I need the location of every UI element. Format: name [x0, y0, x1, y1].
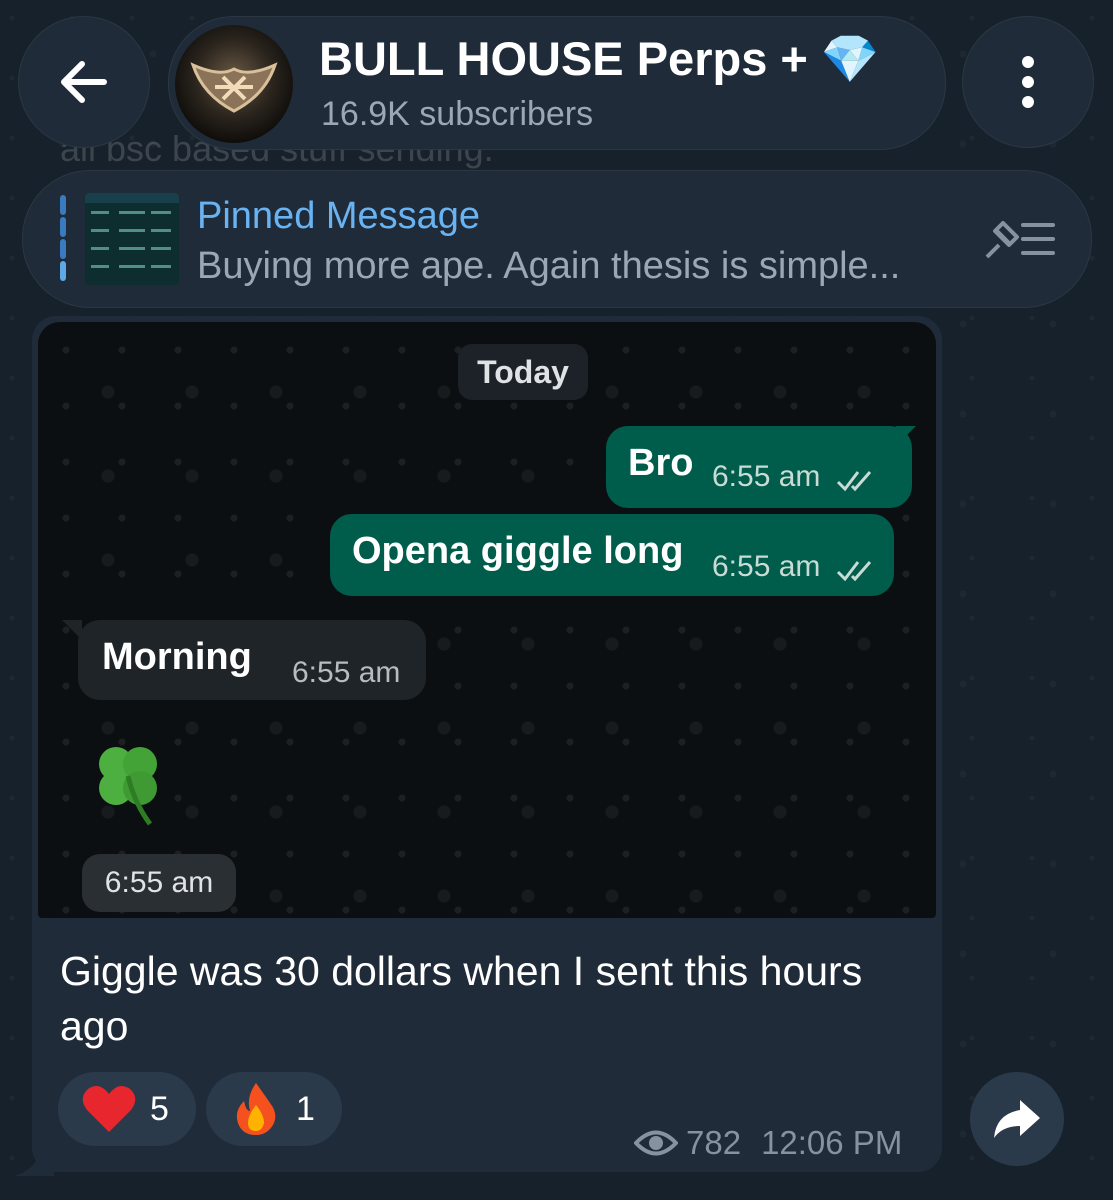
double-check-icon	[836, 471, 872, 492]
pinned-message-bar[interactable]: Pinned Message Buying more ape. Again th…	[22, 170, 1092, 308]
sticker-time: 6:55 am	[82, 854, 236, 912]
message-time: 6:55 am	[292, 656, 401, 689]
reaction-heart[interactable]: 5	[58, 1072, 196, 1146]
share-button[interactable]	[970, 1072, 1064, 1166]
more-options-button[interactable]	[962, 16, 1094, 148]
pinned-thumbnail	[85, 193, 179, 285]
pinned-preview: Buying more ape. Again thesis is simple.…	[197, 245, 901, 287]
share-arrow-icon	[994, 1100, 1040, 1138]
pin-list-icon[interactable]	[983, 217, 1055, 261]
bubble-tail	[14, 1150, 54, 1176]
heart-icon	[82, 1085, 136, 1132]
bull-logo-icon	[190, 62, 278, 113]
subscriber-count: 16.9K subscribers	[321, 95, 594, 133]
four-leaf-clover-icon	[99, 747, 157, 826]
channel-header[interactable]: BULL HOUSE Perps + 💎 16.9K subscribers	[168, 16, 946, 150]
view-count: 782	[686, 1124, 742, 1161]
message-text: Opena giggle long	[352, 530, 684, 572]
message-time: 6:55 am	[712, 460, 821, 493]
fire-icon	[236, 1083, 276, 1135]
reaction-fire[interactable]: 1	[206, 1072, 342, 1146]
post-time: 12:06 PM	[761, 1124, 903, 1161]
post-caption: Giggle was 30 dollars when I sent this h…	[60, 948, 863, 1049]
message-bubble-out: Opena giggle long 6:55 am	[330, 514, 894, 596]
pinned-position-indicator	[60, 195, 66, 283]
vertical-dots-icon	[1022, 56, 1034, 108]
post-meta: 782 12:06 PM	[634, 1124, 902, 1162]
channel-title: BULL HOUSE Perps + 💎	[319, 32, 880, 85]
message-text: Bro	[628, 442, 694, 484]
post-photo[interactable]: Today Bro 6:55 am Opena giggle long 6:55…	[38, 322, 936, 918]
arrow-left-icon	[61, 61, 107, 103]
channel-avatar[interactable]	[175, 25, 293, 143]
message-bubble-in: Morning 6:55 am	[78, 620, 426, 700]
reaction-count: 1	[296, 1089, 315, 1128]
double-check-icon	[836, 561, 872, 582]
message-text: Morning	[102, 636, 252, 678]
reaction-count: 5	[150, 1089, 169, 1128]
eye-icon	[634, 1130, 678, 1156]
back-button[interactable]	[18, 16, 150, 148]
bubble-tail	[896, 426, 916, 446]
date-chip: Today	[458, 344, 588, 400]
pinned-label: Pinned Message	[197, 195, 481, 237]
bubble-tail	[62, 620, 82, 640]
message-bubble-out: Bro 6:55 am	[606, 426, 912, 508]
message-time: 6:55 am	[712, 550, 821, 583]
